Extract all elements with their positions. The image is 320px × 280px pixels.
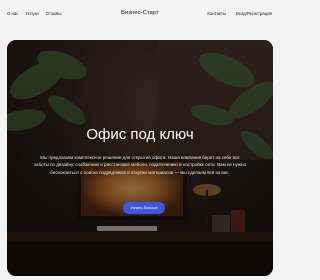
nav-right: Контакты Вход/Регистрация [207, 11, 272, 16]
hero-title: Офис под ключ [86, 126, 194, 143]
learn-more-button[interactable]: Узнать больше [123, 202, 165, 214]
hero-description: Мы предлагаем комплексное решение для от… [34, 155, 246, 175]
nav-link-login[interactable]: Вход/Регистрация [236, 11, 272, 16]
hero-banner: Офис под ключ Мы предлагаем комплексное … [7, 40, 273, 276]
header: О нас Услуги Отзывы Бизнес-Старт Контакт… [0, 0, 280, 28]
nav-link-contacts[interactable]: Контакты [207, 11, 226, 16]
